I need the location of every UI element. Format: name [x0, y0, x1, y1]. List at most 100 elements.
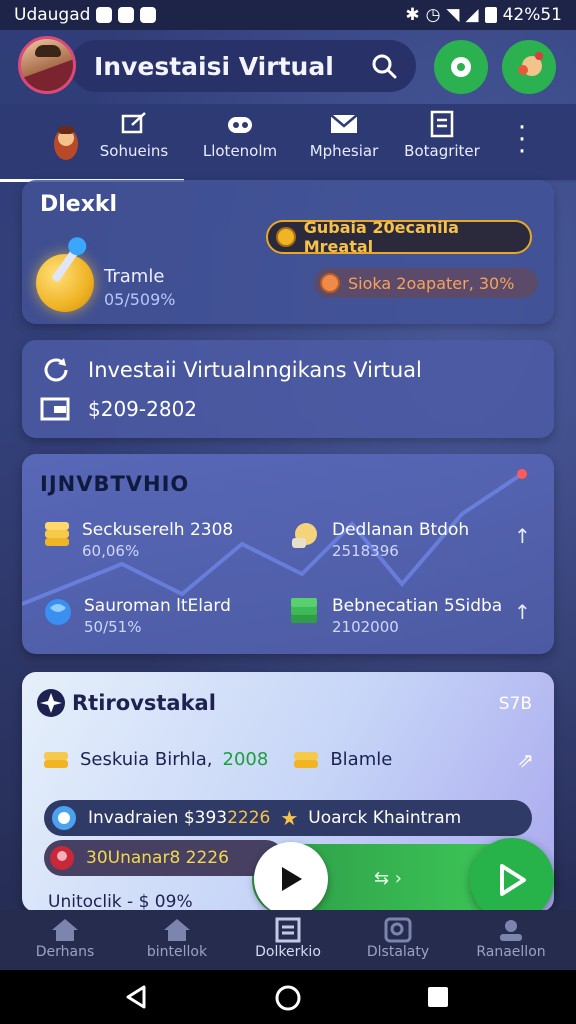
nav-label: Derhans [35, 944, 95, 960]
nav-label: bintellok [146, 944, 208, 960]
arrow-up-icon[interactable]: ↑ [514, 600, 531, 624]
investment-chip[interactable]: Invadraien $393 2226 ★ Uoarck Khaintram [44, 800, 532, 836]
globe-icon [52, 806, 76, 830]
battery-icon [484, 7, 497, 23]
investment-title: Investaii Virtualnngikans Virtual [88, 358, 422, 382]
assets-card[interactable]: IJNVBTVHIO Seckuserelh 2308 60,06% Dedlan… [22, 454, 554, 654]
star-icon: ★ [280, 806, 299, 830]
avatar[interactable] [18, 36, 76, 94]
title-bar[interactable]: Investaisi Virtual [70, 40, 416, 92]
card-value: S7B [498, 694, 532, 714]
nav-label: Ranaellon [476, 944, 546, 960]
row-right-text: Blamle [330, 748, 393, 770]
nav-item-dolkerkio[interactable]: Dolkerkio [233, 916, 343, 960]
wifi-icon: ◥ [446, 5, 460, 25]
edit-icon [121, 112, 146, 134]
more-menu-icon[interactable]: · · · [512, 115, 532, 165]
page-title: Investaisi Virtual [94, 51, 334, 81]
asset-value: 60,06% [82, 542, 140, 560]
swap-arrows-icon: ⇆ › [374, 868, 403, 889]
notification-icon [140, 7, 157, 23]
asset-name: Seckuserelh 2308 [82, 520, 234, 540]
chest-icon [320, 273, 340, 293]
coin-stack-icon [294, 752, 319, 768]
home-icon [52, 919, 78, 941]
notification-icon [96, 7, 113, 23]
chip-right-text: Uoarck Khaintram [308, 808, 462, 828]
card-title-row: Rtirovstakal [36, 688, 216, 718]
gear-icon [451, 57, 471, 77]
tab-label: Llotenolm [202, 142, 278, 160]
notification-icon [118, 7, 135, 23]
item-name: Tramle [104, 266, 165, 287]
portfolio-row[interactable]: Seskuia Birhla, 2008 Blamle [42, 744, 392, 774]
section-title: IJNVBTVHIO [40, 472, 190, 496]
system-navigation-bar [0, 970, 576, 1024]
carrier-text: Udaugad [14, 5, 91, 25]
asset-item[interactable]: Dedlanan Btdoh 2518396 [288, 520, 469, 560]
badge-text: Sioka 2oapater, 30% [348, 273, 515, 293]
home-circle-icon[interactable] [274, 984, 302, 1012]
recents-icon[interactable] [426, 985, 450, 1009]
asset-item[interactable]: Sauroman ltElard 50/51% [42, 596, 231, 636]
row-year: 2008 [222, 748, 269, 770]
asset-name: Dedlanan Btdoh [332, 520, 470, 540]
nav-item-bintellok[interactable]: bintellok [122, 916, 232, 960]
document-icon [430, 110, 454, 138]
star-badge-icon [37, 689, 65, 717]
row-text: Seskuia Birhla, [80, 748, 213, 770]
status-bar: Udaugad ✱ ◷ ◥ ◢ 42%51 [0, 0, 576, 30]
signal-icon: ◢ [465, 5, 479, 25]
chip-text: Invadraien $393 [88, 808, 228, 828]
tab-mphesiar[interactable]: Mphesiar [294, 110, 394, 160]
settings-button[interactable] [434, 40, 488, 94]
tab-llotenolm[interactable]: Llotenolm [190, 110, 290, 160]
play-outline-icon [500, 864, 526, 896]
partial-row-text: Unitoclik - $ 09% [48, 892, 193, 912]
summary-card[interactable]: Dlexkl Tramle 05/509% Gubaia 20ecanila M… [22, 180, 554, 324]
gamepad-icon [228, 117, 252, 133]
profile-button[interactable] [502, 40, 556, 94]
asset-item[interactable]: Bebnecatian 5Sidba 2102000 [288, 596, 502, 636]
play-icon [282, 867, 302, 891]
item-percent: 05/509% [104, 290, 176, 309]
tab-label: Mphesiar [309, 142, 379, 160]
alarm-icon: ◷ [425, 5, 441, 25]
reward-badge[interactable]: Gubaia 20ecanila Mreatal [266, 218, 532, 256]
wallet-icon [40, 397, 70, 421]
play-button[interactable] [254, 842, 328, 916]
bluetooth-icon: ✱ [405, 5, 420, 25]
calendar-icon [275, 917, 301, 943]
nav-item-derhans[interactable]: Derhans [10, 916, 120, 960]
user-icon [500, 920, 522, 941]
coin-icon [276, 227, 296, 247]
back-icon[interactable] [124, 984, 150, 1010]
refresh-icon [44, 358, 68, 382]
share-icon[interactable]: ⇗ [517, 748, 534, 772]
nav-item-ranaellon[interactable]: Ranaellon [456, 916, 566, 960]
coin-stack-icon [44, 752, 68, 768]
secondary-chip[interactable]: 30Unanar8 2226 [44, 840, 284, 876]
badge-text: Gubaia 20ecanila Mreatal [303, 218, 459, 256]
battery-text: 42%51 [502, 5, 562, 25]
rose-icon [50, 846, 74, 870]
cash-stack-icon [291, 598, 317, 623]
asset-name: Sauroman ltElard [84, 596, 231, 616]
globe-icon [45, 599, 71, 625]
nav-label: Dolkerkio [255, 944, 321, 960]
card-title: Rtirovstakal [72, 691, 216, 715]
tab-sohueins[interactable]: Sohueins [84, 110, 184, 160]
asset-value: 2518396 [332, 542, 399, 560]
mail-icon [330, 114, 358, 133]
virtual-investment-card[interactable]: Investaii Virtualnngikans Virtual $209-2… [22, 340, 554, 438]
search-icon[interactable] [370, 52, 398, 80]
tab-bar: Sohueins Llotenolm Mphesiar Botagriter ·… [0, 104, 576, 182]
asset-item[interactable]: Seckuserelh 2308 60,06% [42, 520, 233, 560]
bonus-badge[interactable]: Sioka 2oapater, 30% [314, 268, 538, 298]
tab-botagriter[interactable]: Botagriter [392, 110, 492, 160]
nav-item-dlstalaty[interactable]: Dlstalaty [343, 916, 453, 960]
investment-amount: $209-2802 [88, 397, 198, 421]
card-title: Dlexkl [40, 192, 118, 217]
tab-label: Botagriter [404, 142, 480, 160]
arrow-up-icon[interactable]: ↑ [514, 524, 531, 548]
